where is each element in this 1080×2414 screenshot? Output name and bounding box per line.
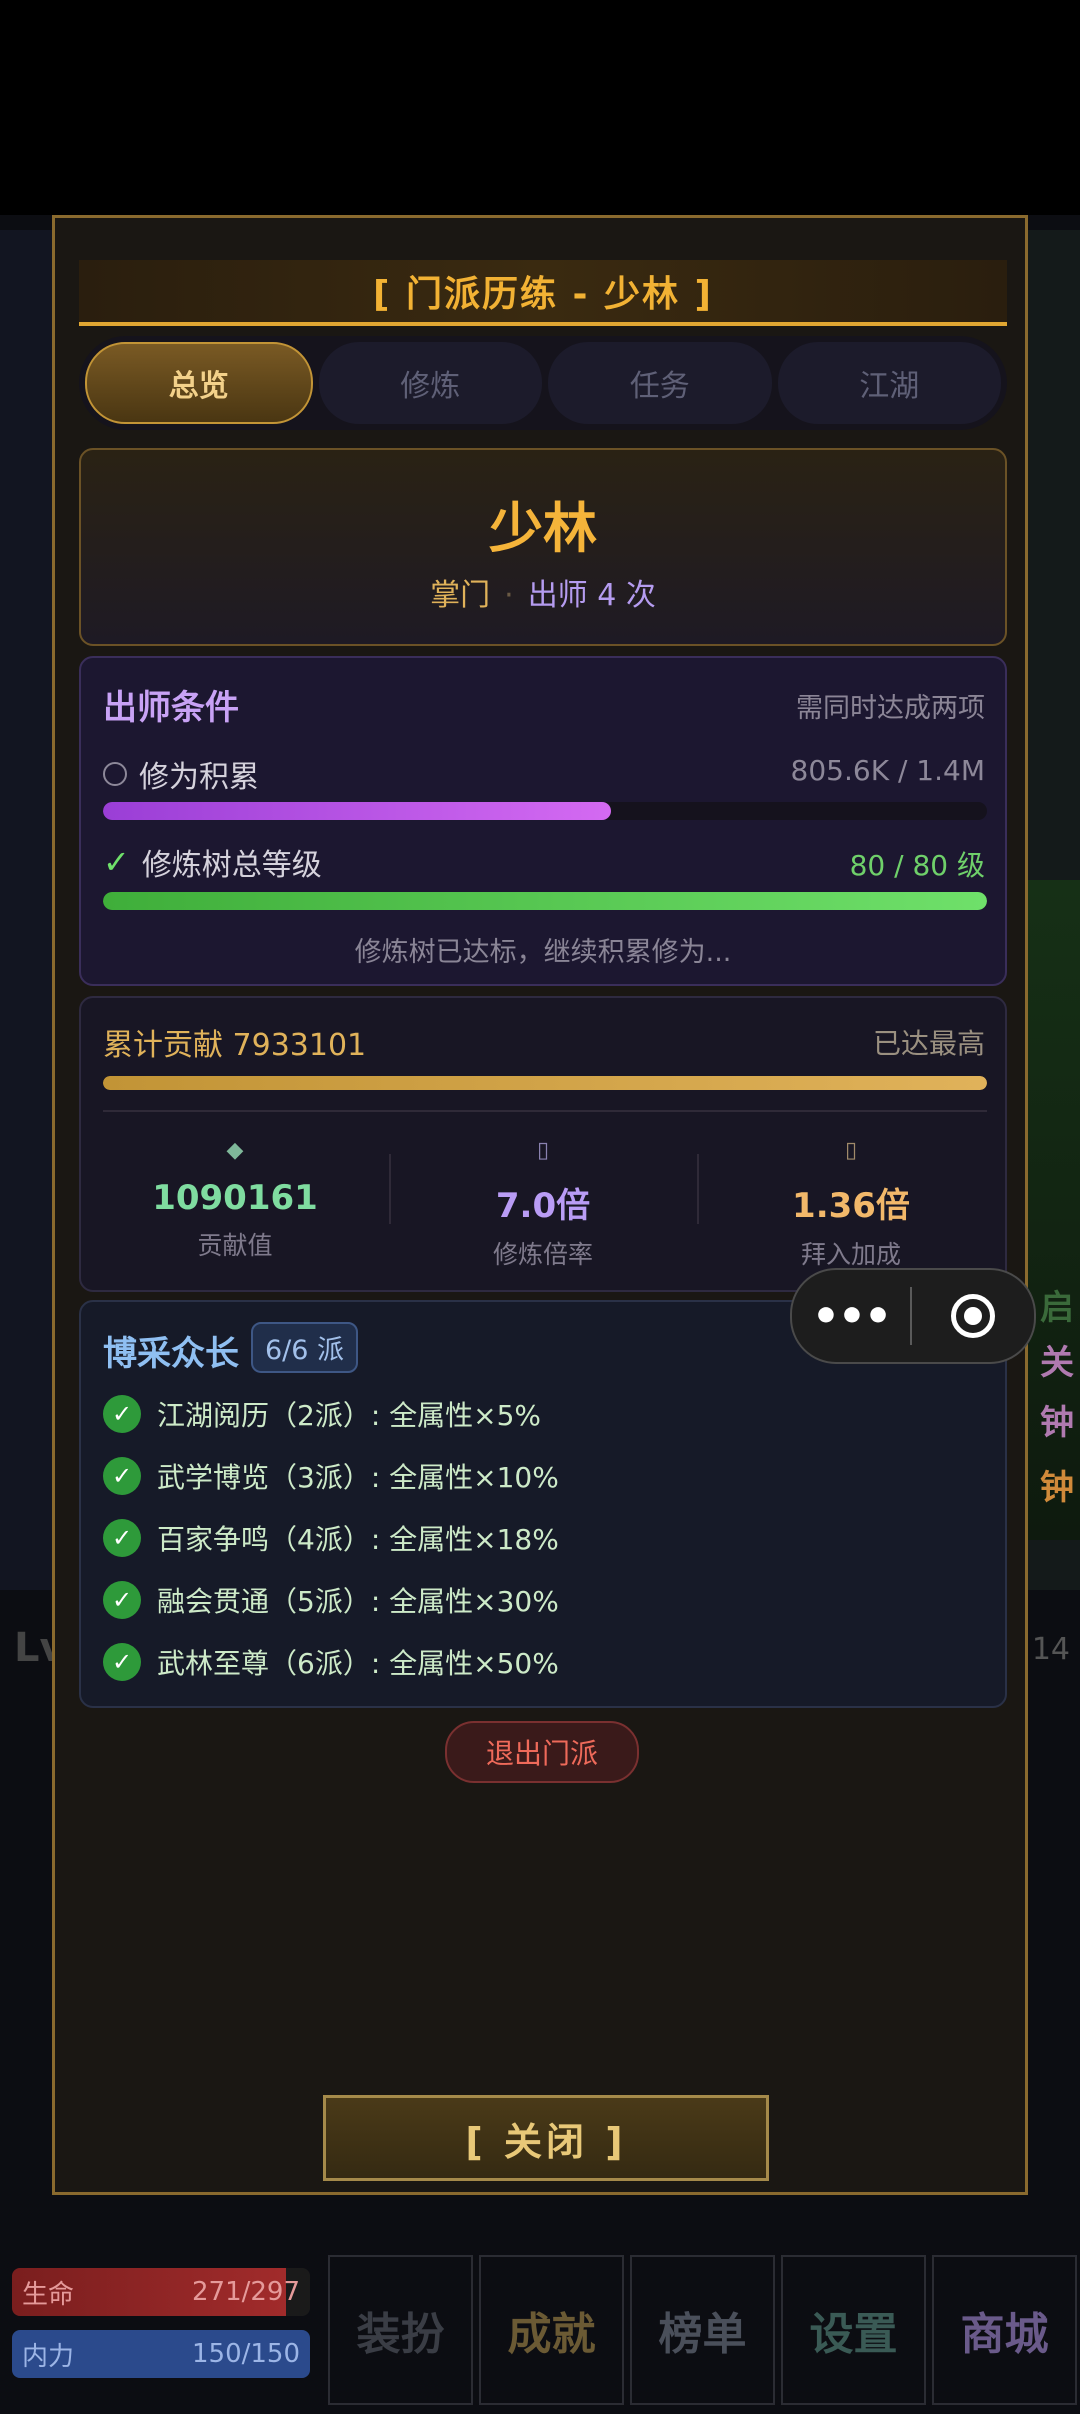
separator-dot: · xyxy=(504,578,514,613)
tab-cultivation[interactable]: 修炼 xyxy=(318,342,542,424)
menu-settings[interactable]: 设置 xyxy=(781,2255,926,2405)
close-target-icon xyxy=(951,1294,995,1338)
conditions-footer: 修炼树已达标，继续积累修为... xyxy=(354,937,732,968)
stat-contribution: ◆ 1090161 贡献值 xyxy=(81,1134,389,1284)
multiplier-icon: ▯ xyxy=(536,1138,550,1163)
tab-jianghu[interactable]: 江湖 xyxy=(777,342,1001,424)
more-button[interactable]: ••• xyxy=(792,1291,910,1342)
capsule-close-button[interactable] xyxy=(912,1294,1034,1338)
bonus-item: ✓ 武林至尊（6派）: 全属性×50% xyxy=(103,1642,559,1682)
menu-shop[interactable]: 商城 xyxy=(932,2255,1077,2405)
check-icon: ✓ xyxy=(103,843,130,881)
condition-label: 修为积累 xyxy=(139,760,259,795)
graduation-conditions-card: 出师条件 需同时达成两项 修为积累 805.6K / 1.4M ✓ 修炼树总等级… xyxy=(79,656,1007,986)
miniprogram-capsule: ••• xyxy=(790,1268,1036,1364)
contribution-card: 累计贡献 7933101 已达最高 ◆ 1090161 贡献值 ▯ 7.0倍 修… xyxy=(79,996,1007,1292)
diamond-icon: ◆ xyxy=(226,1138,244,1163)
left-side-panel xyxy=(0,230,52,1590)
mp-label: 内力 xyxy=(22,2341,75,2372)
tree-level-progress-bar xyxy=(103,892,987,910)
tab-quests[interactable]: 任务 xyxy=(548,342,772,424)
stat-value: 1090161 xyxy=(152,1178,318,1218)
cultivation-progress-bar xyxy=(103,802,987,820)
progress-fill xyxy=(103,802,612,820)
side-text-2: 关 xyxy=(1040,1343,1074,1383)
menu-achievements[interactable]: 成就 xyxy=(479,2255,624,2405)
stat-label: 修炼倍率 xyxy=(492,1240,593,1269)
stat-value: 7.0倍 xyxy=(495,1186,591,1226)
menu-dress-up[interactable]: 装扮 xyxy=(328,2255,473,2405)
hp-value: 271/297 xyxy=(191,2277,300,2307)
stat-label: 贡献值 xyxy=(197,1231,273,1260)
contribution-status: 已达最高 xyxy=(872,1027,985,1060)
quit-sect-button[interactable]: 退出门派 xyxy=(445,1721,639,1783)
side-text-1: 启 xyxy=(1040,1288,1074,1328)
sect-rank: 掌门 xyxy=(430,578,491,613)
menu-rankings[interactable]: 榜单 xyxy=(630,2255,775,2405)
side-number: 14 xyxy=(1031,1632,1070,1667)
bonus-text: 武学博览（3派）: 全属性×10% xyxy=(157,1461,559,1494)
bottom-menu: 装扮 成就 榜单 设置 商城 xyxy=(325,2255,1080,2405)
bonus-text: 武林至尊（6派）: 全属性×50% xyxy=(157,1647,559,1680)
check-circle-icon: ✓ xyxy=(103,1457,141,1495)
sect-count-badge: 6/6 派 xyxy=(251,1322,359,1373)
contribution-progress-bar xyxy=(103,1076,987,1090)
tab-bar: 总览 修炼 任务 江湖 xyxy=(79,336,1007,430)
progress-fill xyxy=(103,1076,987,1090)
condition-value: 805.6K / 1.4M xyxy=(790,754,985,787)
stat-join-bonus: ▯ 1.36倍 拜入加成 xyxy=(697,1134,1005,1284)
stat-value: 1.36倍 xyxy=(792,1186,910,1226)
modal-title: [ 门派历练 - 少林 ] xyxy=(79,260,1007,326)
hp-label: 生命 xyxy=(22,2279,75,2310)
tab-overview[interactable]: 总览 xyxy=(85,342,313,424)
sect-training-modal: [ 门派历练 - 少林 ] 总览 修炼 任务 江湖 少林 掌门 · 出师 4 次 出… xyxy=(52,215,1028,2195)
close-button[interactable]: [ 关闭 ] xyxy=(323,2095,769,2181)
bonus-icon: ▯ xyxy=(844,1138,858,1163)
stat-label: 拜入加成 xyxy=(800,1240,901,1269)
bonus-title: 博采众长 xyxy=(103,1334,239,1374)
total-contribution: 累计贡献 7933101 xyxy=(103,1028,367,1063)
mp-bar: 内力 150/150 xyxy=(12,2330,310,2378)
mp-value: 150/150 xyxy=(191,2339,300,2369)
divider xyxy=(103,1110,987,1112)
graduation-count: 出师 4 次 xyxy=(527,578,656,613)
check-circle-icon: ✓ xyxy=(103,1643,141,1681)
sect-name: 少林 xyxy=(489,497,597,560)
bonus-text: 融会贯通（5派）: 全属性×30% xyxy=(157,1585,559,1618)
bonus-item: ✓ 百家争鸣（4派）: 全属性×18% xyxy=(103,1518,559,1558)
unchecked-circle-icon xyxy=(103,762,127,786)
condition-row-cultivation: 修为积累 xyxy=(103,752,259,796)
check-circle-icon: ✓ xyxy=(103,1581,141,1619)
sect-header-card: 少林 掌门 · 出师 4 次 xyxy=(79,448,1007,646)
condition-label: 修炼树总等级 xyxy=(141,848,322,883)
conditions-note: 需同时达成两项 xyxy=(796,693,985,724)
side-text-3: 钟 xyxy=(1040,1403,1074,1443)
hp-bar: 生命 271/297 xyxy=(12,2268,310,2316)
condition-row-tree: ✓ 修炼树总等级 xyxy=(103,840,322,884)
sect-subtitle: 掌门 · 出师 4 次 xyxy=(81,570,1005,614)
conditions-title: 出师条件 xyxy=(103,688,239,728)
progress-fill xyxy=(103,892,987,910)
bonus-item: ✓ 融会贯通（5派）: 全属性×30% xyxy=(103,1580,559,1620)
bonus-text: 江湖阅历（2派）: 全属性×5% xyxy=(157,1399,542,1432)
condition-value: 80 / 80 级 xyxy=(849,849,985,882)
bonus-item: ✓ 江湖阅历（2派）: 全属性×5% xyxy=(103,1394,541,1434)
stats-row: ◆ 1090161 贡献值 ▯ 7.0倍 修炼倍率 ▯ 1.36倍 拜入加成 xyxy=(81,1134,1005,1284)
bonus-text: 百家争鸣（4派）: 全属性×18% xyxy=(157,1523,559,1556)
side-text-4: 钟 xyxy=(1040,1468,1074,1508)
check-circle-icon: ✓ xyxy=(103,1519,141,1557)
bonus-item: ✓ 武学博览（3派）: 全属性×10% xyxy=(103,1456,559,1496)
check-circle-icon: ✓ xyxy=(103,1395,141,1433)
stat-cultivation-rate: ▯ 7.0倍 修炼倍率 xyxy=(389,1134,697,1284)
